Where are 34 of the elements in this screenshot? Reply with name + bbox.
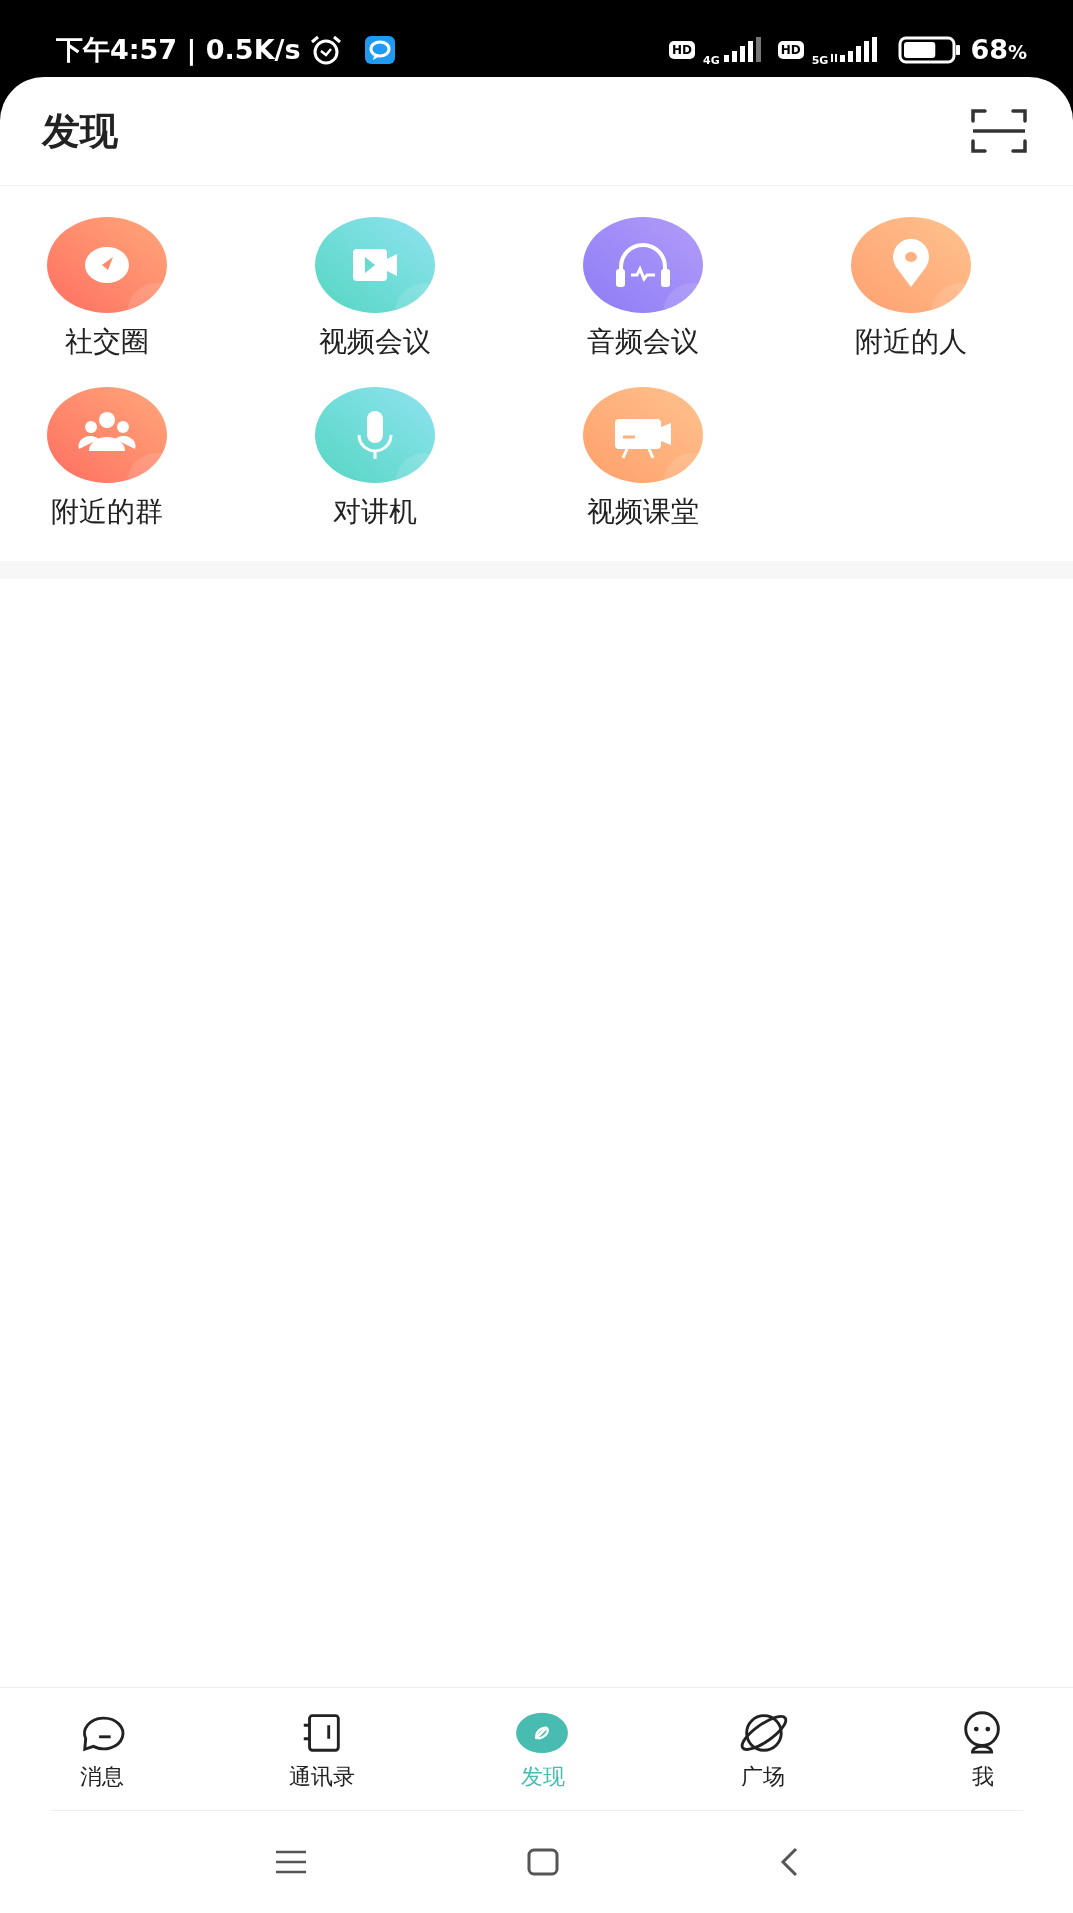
scan-icon[interactable] [971,107,1027,155]
battery-percent: 68% [970,34,1027,65]
feature-item[interactable]: 视频会议 [241,217,509,361]
signal-icon [721,36,762,63]
tab-item[interactable]: 消息 [62,1708,142,1792]
network-type: 4G [703,54,720,67]
tab-item[interactable]: 我 [943,1708,1023,1792]
alarm-clock-icon [308,34,343,65]
home-icon[interactable] [526,1848,559,1876]
location-pin-icon [851,217,971,313]
feature-item[interactable]: 附近的群 [0,387,241,531]
feature-item[interactable]: 音频会议 [509,217,777,361]
status-time: 下午4:57 | 0.5K/s [56,32,301,68]
microphone-icon [315,387,435,483]
signal-icon [830,36,879,63]
back-icon[interactable] [778,1847,799,1877]
headset-icon [583,217,703,313]
tab-item[interactable]: 通讯录 [282,1708,363,1792]
tab-item[interactable]: 广场 [722,1708,803,1792]
feature-item[interactable]: 社交圈 [0,217,241,361]
battery-icon [898,35,963,64]
hd-badge: HD [777,40,804,59]
feature-item[interactable]: 视频课堂 [509,387,777,531]
page-title: 发现 [42,107,118,155]
chat-app-icon [364,35,395,64]
hd-badge: HD [668,40,695,59]
feature-item[interactable]: 附近的人 [777,217,1045,361]
screen-camera-icon [583,387,703,483]
feature-item[interactable]: 对讲机 [241,387,509,531]
network-type: 5G [811,54,829,67]
video-camera-icon [315,217,435,313]
menu-icon[interactable] [274,1850,307,1874]
group-icon [47,387,167,483]
compass-icon [47,217,167,313]
